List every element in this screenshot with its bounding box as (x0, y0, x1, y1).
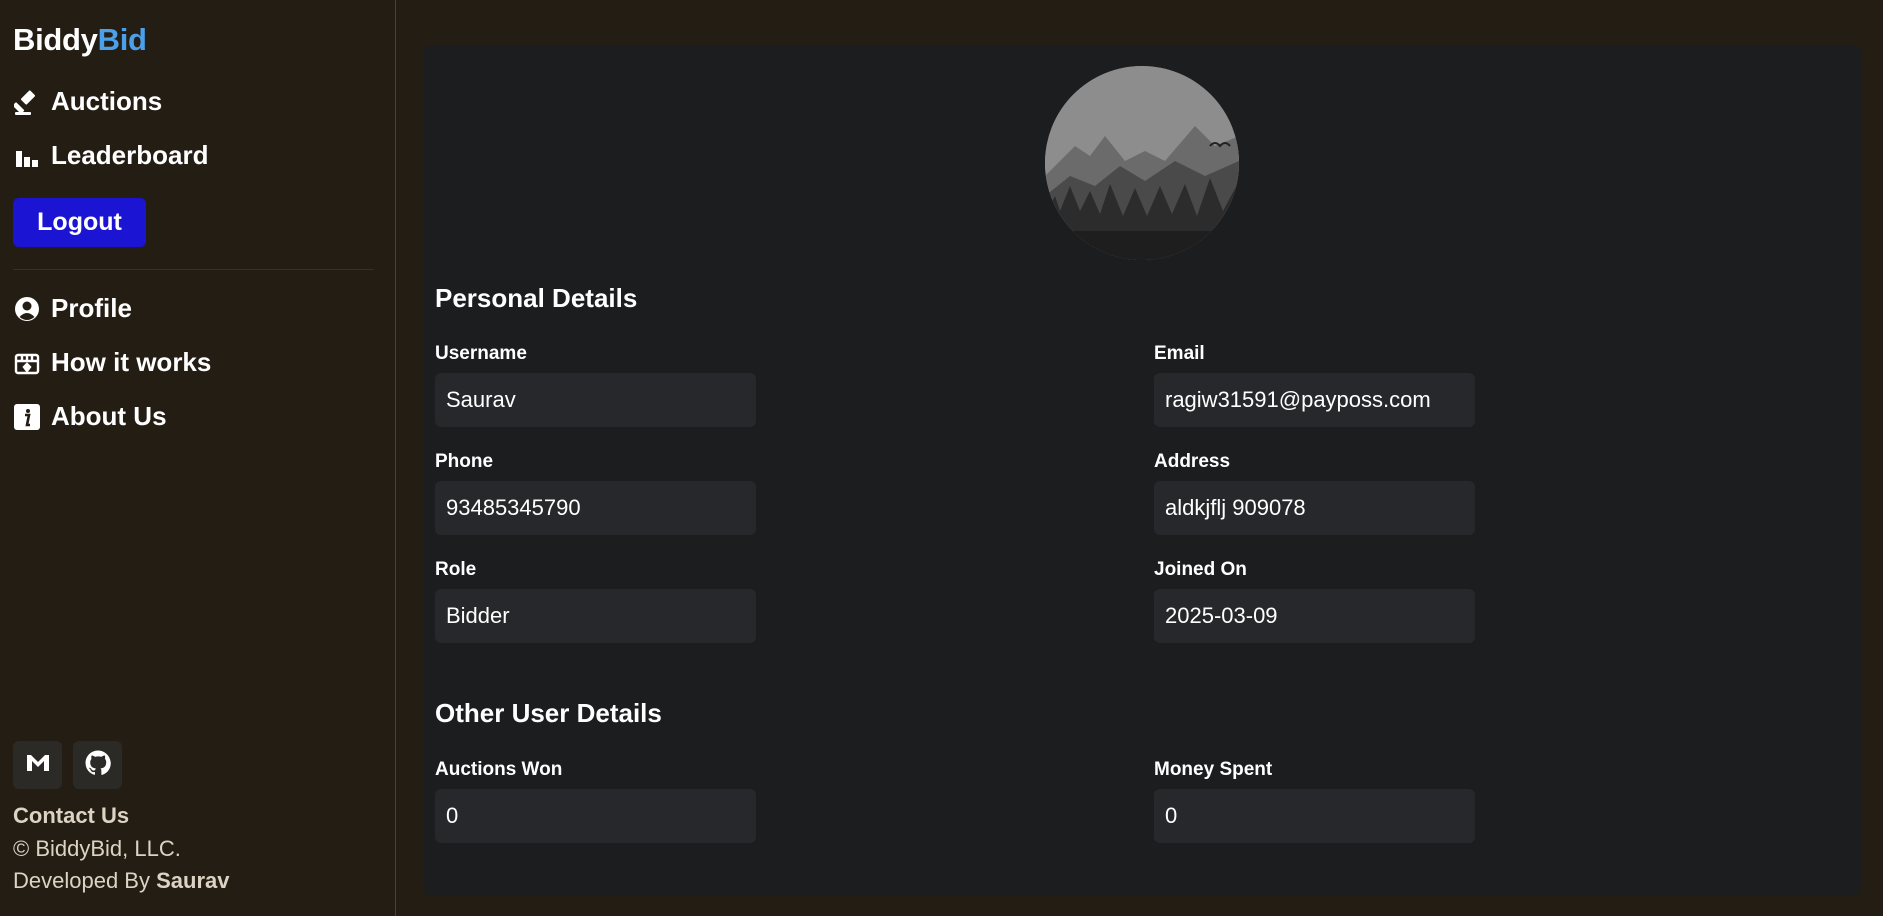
username-field[interactable]: Saurav (435, 373, 756, 427)
gmail-link[interactable] (13, 741, 62, 789)
phone-label: Phone (435, 451, 494, 472)
email-field[interactable]: ragiw31591@payposs.com (1154, 373, 1475, 427)
personal-details-title: Personal Details (435, 283, 638, 313)
email-label: Email (1154, 343, 1205, 364)
brand-logo[interactable]: BiddyBid (13, 22, 147, 58)
address-field[interactable]: aldkjflj 909078 (1154, 481, 1475, 535)
money-spent-label: Money Spent (1154, 759, 1273, 780)
shop-icon (13, 349, 40, 376)
nav-about-us-label: About Us (51, 401, 167, 431)
nav-how-it-works-label: How it works (51, 347, 212, 377)
nav-about-us[interactable]: About Us (13, 401, 167, 432)
contact-us-link[interactable]: Contact Us (13, 803, 129, 829)
profile-card: Personal Details Username Saurav Email r… (424, 45, 1861, 895)
nav-auctions[interactable]: Auctions (13, 86, 162, 117)
auctions-won-field[interactable]: 0 (435, 789, 756, 843)
user-circle-icon (13, 295, 40, 322)
sidebar: BiddyBid Auctions Leaderboard Logout Pro… (0, 0, 396, 916)
github-link[interactable] (73, 741, 122, 789)
nav-profile-label: Profile (51, 293, 132, 323)
joined-on-label: Joined On (1154, 559, 1247, 580)
nav-leaderboard[interactable]: Leaderboard (13, 140, 209, 171)
developer-name: Saurav (156, 868, 230, 893)
address-label: Address (1154, 451, 1231, 472)
brand-part-1: Biddy (13, 22, 98, 57)
sidebar-divider (13, 269, 374, 270)
developed-by-prefix: Developed By (13, 868, 150, 893)
role-field[interactable]: Bidder (435, 589, 756, 643)
username-label: Username (435, 343, 527, 364)
avatar (1045, 66, 1239, 260)
phone-field[interactable]: 93485345790 (435, 481, 756, 535)
nav-profile[interactable]: Profile (13, 293, 132, 324)
role-label: Role (435, 559, 477, 580)
other-details-title: Other User Details (435, 698, 662, 728)
auctions-won-label: Auctions Won (435, 759, 563, 780)
github-icon (85, 750, 111, 781)
bar-chart-icon (13, 142, 40, 169)
gmail-icon (26, 753, 50, 778)
logout-button[interactable]: Logout (13, 198, 146, 247)
copyright-text: © BiddyBid, LLC. (13, 836, 181, 861)
nav-how-it-works[interactable]: How it works (13, 347, 211, 378)
money-spent-field[interactable]: 0 (1154, 789, 1475, 843)
joined-on-field[interactable]: 2025-03-09 (1154, 589, 1475, 643)
nav-auctions-label: Auctions (51, 86, 163, 116)
gavel-icon (13, 88, 40, 115)
developed-by-text: Developed By Saurav (13, 868, 230, 894)
brand-part-2: Bid (97, 22, 147, 57)
info-icon (13, 403, 40, 430)
nav-leaderboard-label: Leaderboard (51, 140, 209, 170)
